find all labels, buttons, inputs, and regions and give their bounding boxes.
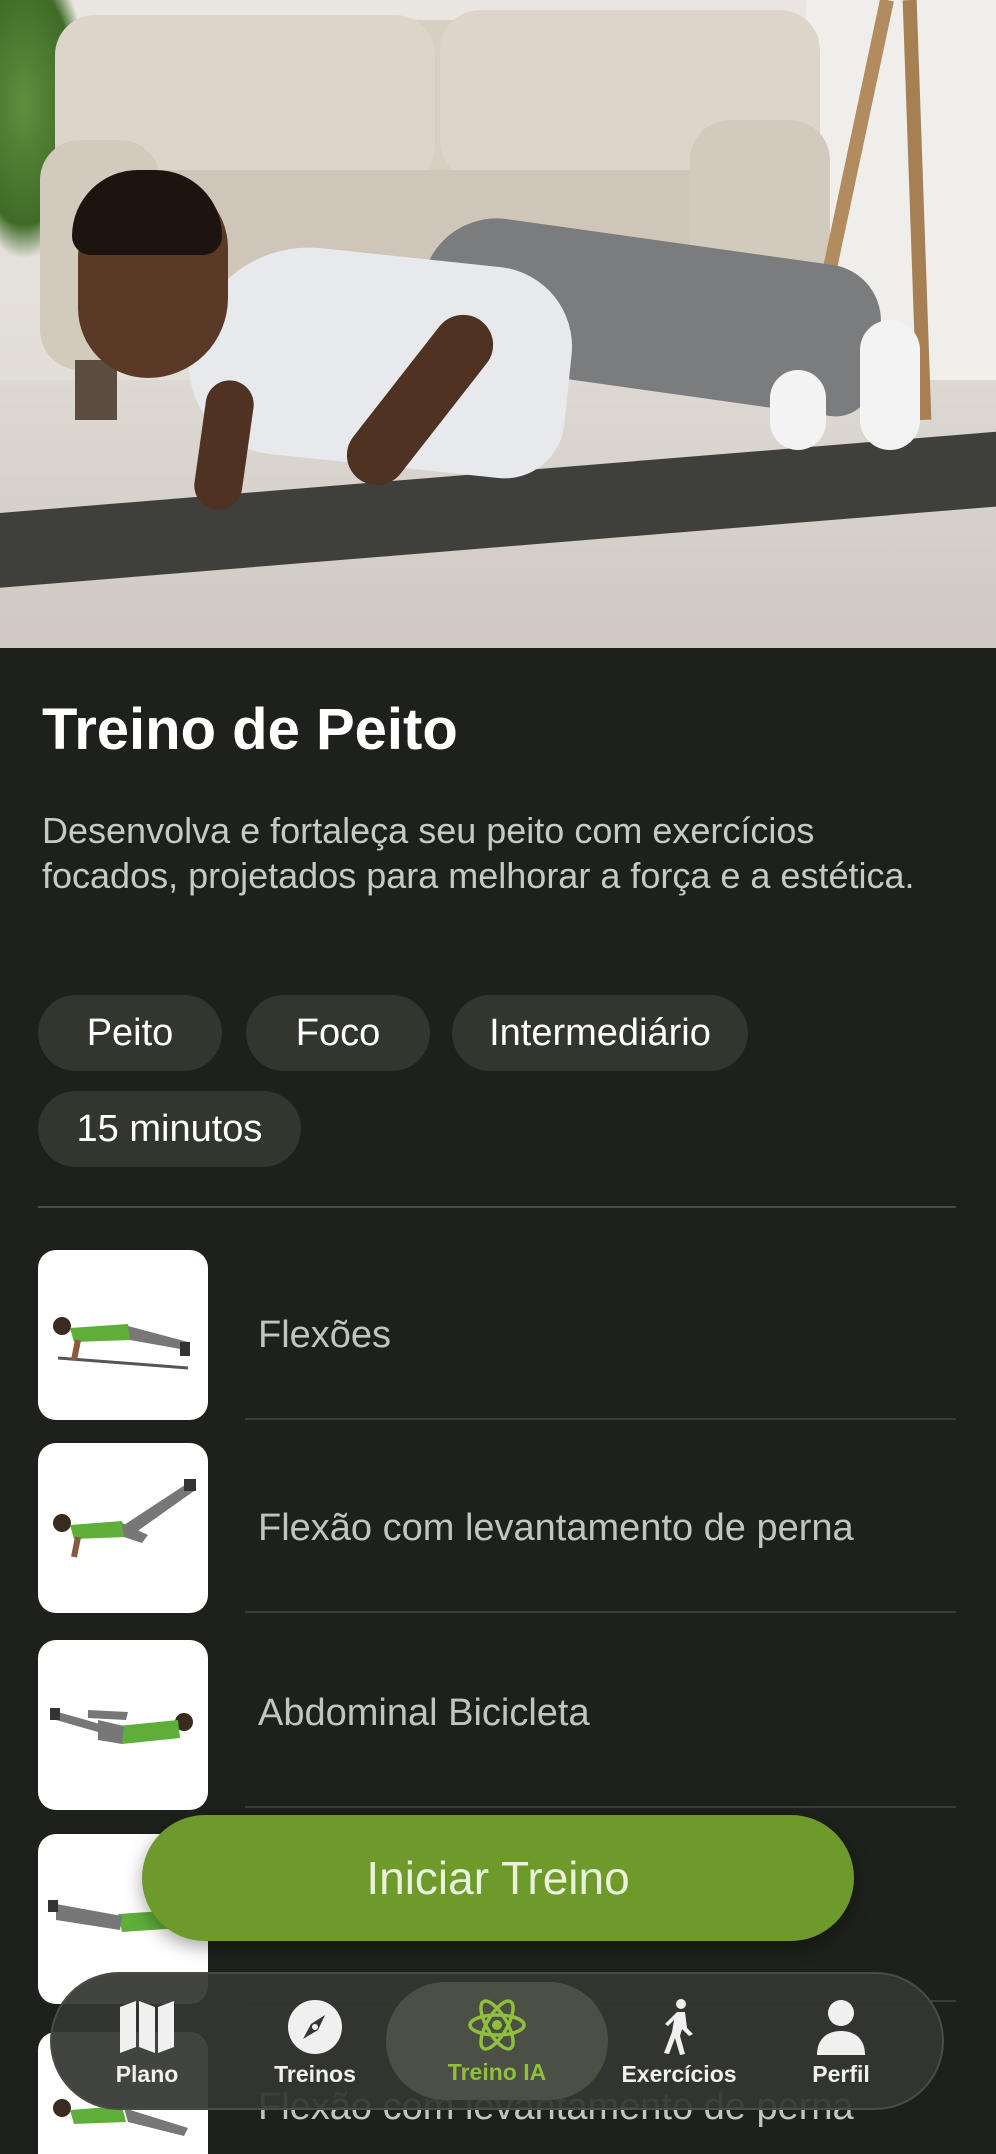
bottom-nav: Plano Treinos Treino IA Exercícios Perfi… [50,1972,944,2110]
tag-chip[interactable]: 15 minutos [38,1091,301,1167]
exercise-thumbnail [38,1640,208,1810]
nav-item-treinos[interactable]: Treinos [230,1974,400,2112]
start-workout-button[interactable]: Iniciar Treino [142,1815,854,1941]
exercise-row[interactable]: Flexões [38,1250,956,1422]
compass-icon [285,1999,345,2055]
row-divider [245,1806,956,1808]
map-icon [117,1999,177,2055]
exercise-row[interactable]: Abdominal Bicicleta [38,1640,956,1812]
walking-person-icon [649,1998,709,2055]
divider [38,1206,956,1208]
nav-label: Treino IA [447,2058,547,2085]
exercise-thumbnail [38,1250,208,1420]
hero-image [0,0,996,648]
nav-label: Exercícios [621,2060,737,2087]
row-divider [245,1611,956,1613]
exercise-thumbnail [38,1443,208,1613]
sofa-leg [75,360,117,420]
nav-item-treino-ia[interactable]: Treino IA [386,1982,608,2100]
tag-chip[interactable]: Foco [246,995,430,1071]
atom-icon [467,1997,527,2053]
nav-item-exercicios[interactable]: Exercícios [594,1974,764,2112]
workout-title: Treino de Peito [42,697,458,762]
person-foot [770,370,826,450]
tag-chip[interactable]: Peito [38,995,222,1071]
exercise-name: Abdominal Bicicleta [258,1692,590,1734]
row-divider [245,1418,956,1420]
nav-item-plano[interactable]: Plano [62,1974,232,2112]
exercise-name: Flexões [258,1314,392,1356]
exercise-row[interactable]: Flexão com levantamento de perna [38,1443,956,1615]
person-foot [860,320,920,450]
tag-chip[interactable]: Intermediário [452,995,748,1071]
nav-item-perfil[interactable]: Perfil [756,1974,926,2112]
nav-label: Treinos [274,2060,356,2087]
exercise-name: Flexão com levantamento de perna [258,1507,854,1549]
nav-label: Plano [115,2060,179,2087]
nav-label: Perfil [812,2060,870,2087]
workout-description: Desenvolva e fortaleça seu peito com exe… [42,810,915,896]
person-icon [811,1999,871,2055]
